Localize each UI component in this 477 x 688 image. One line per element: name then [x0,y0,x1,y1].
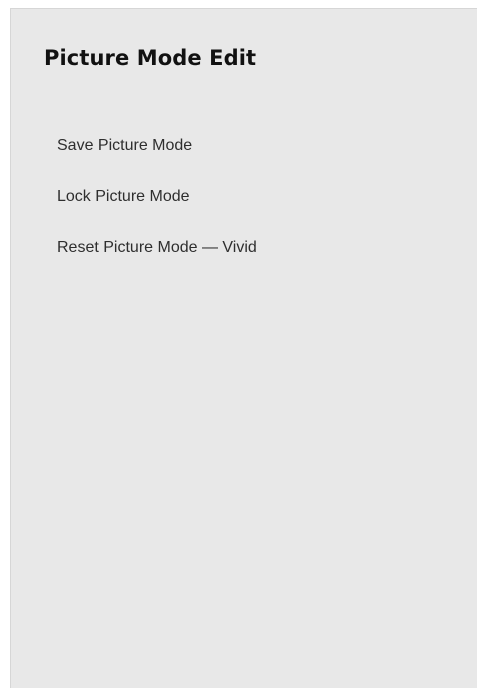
menu-item-reset-picture-mode[interactable]: Reset Picture Mode — Vivid [57,229,257,280]
picture-mode-menu: Save Picture Mode Lock Picture Mode Rese… [57,127,257,280]
menu-item-lock-picture-mode[interactable]: Lock Picture Mode [57,178,257,229]
menu-item-save-picture-mode[interactable]: Save Picture Mode [57,127,257,178]
picture-mode-edit-panel: Picture Mode Edit Save Picture Mode Lock… [10,8,477,688]
panel-title: Picture Mode Edit [44,46,257,70]
